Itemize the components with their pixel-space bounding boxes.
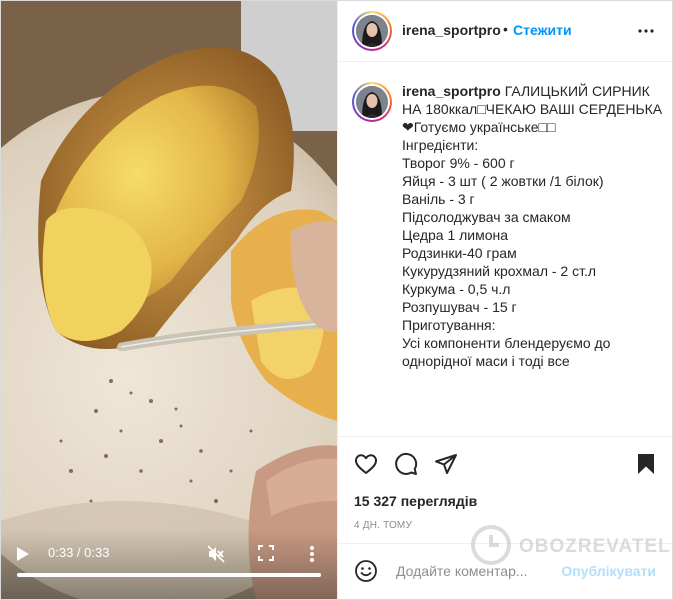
avatar[interactable]: [352, 11, 392, 51]
muted-speaker-icon[interactable]: [207, 545, 225, 563]
caption-line: Приготування:: [402, 317, 496, 333]
video-progress-bar[interactable]: [17, 573, 321, 577]
caption-username[interactable]: irena_sportpro: [402, 83, 501, 99]
caption-first-line: irena_sportpro ГАЛИЦЬКИЙ СИРНИК: [402, 83, 650, 99]
comment-form: Опублікувати: [338, 543, 672, 599]
caption-line: Розпушувач - 15 г: [402, 299, 517, 315]
more-horizontal-icon[interactable]: [636, 21, 656, 41]
caption-line: НА 180ккал□ЧЕКАЮ ВАШІ СЕРДЕНЬКА: [402, 101, 663, 117]
smiley-icon[interactable]: [354, 559, 378, 583]
heart-icon[interactable]: [354, 452, 378, 476]
post-side-panel: irena_sportpro • Стежити irena_sportpro …: [337, 1, 672, 599]
caption-line: Підсолоджувач за смаком: [402, 209, 571, 225]
caption-text: irena_sportpro ГАЛИЦЬКИЙ СИРНИК НА 180кк…: [402, 82, 664, 370]
caption-line: однорідної маси і тоді все: [402, 353, 570, 369]
caption-line: Яйця - 3 шт ( 2 жовтки /1 білок): [402, 173, 604, 189]
instagram-post: 0:33 / 0:33 irena_sportpro • Стежити ire…: [0, 0, 673, 600]
views-count[interactable]: 15 327 переглядів: [354, 493, 477, 509]
comment-icon[interactable]: [394, 452, 418, 476]
caption-line: Ваніль - 3 г: [402, 191, 475, 207]
caption-line: Куркума - 0,5 ч.л: [402, 281, 511, 297]
video-progress-fill: [17, 573, 321, 577]
caption-area[interactable]: irena_sportpro ГАЛИЦЬКИЙ СИРНИК НА 180кк…: [338, 62, 672, 436]
video-controls: 0:33 / 0:33: [1, 529, 337, 599]
caption-line: ❤Готуємо українське□□: [402, 119, 556, 135]
fullscreen-icon[interactable]: [258, 545, 274, 561]
post-header: irena_sportpro • Стежити: [338, 1, 672, 62]
play-icon[interactable]: [16, 546, 30, 562]
caption-line: Усі компоненти блендеруємо до: [402, 335, 611, 351]
video-frame-image: [1, 1, 337, 599]
header-username[interactable]: irena_sportpro: [402, 22, 501, 38]
post-date: 4 дн. тому: [354, 520, 413, 531]
follow-button[interactable]: Стежити: [513, 22, 572, 38]
publish-button[interactable]: Опублікувати: [561, 563, 656, 579]
send-icon[interactable]: [434, 452, 458, 476]
caption-line: Кукурудзяний крохмал - 2 ст.л: [402, 263, 597, 279]
caption-avatar[interactable]: [352, 82, 392, 122]
more-vertical-icon[interactable]: [309, 545, 315, 563]
post-video[interactable]: 0:33 / 0:33: [1, 1, 337, 599]
separator-dot: •: [503, 21, 508, 37]
caption-line: Цедра 1 лимона: [402, 227, 509, 243]
caption-line: Родзинки-40 грам: [402, 245, 517, 261]
caption-line: Творог 9% - 600 г: [402, 155, 515, 171]
caption-line: Інгредієнти:: [402, 137, 479, 153]
bookmark-icon[interactable]: [634, 452, 658, 476]
video-time: 0:33 / 0:33: [48, 545, 110, 560]
comment-input[interactable]: [394, 557, 573, 585]
